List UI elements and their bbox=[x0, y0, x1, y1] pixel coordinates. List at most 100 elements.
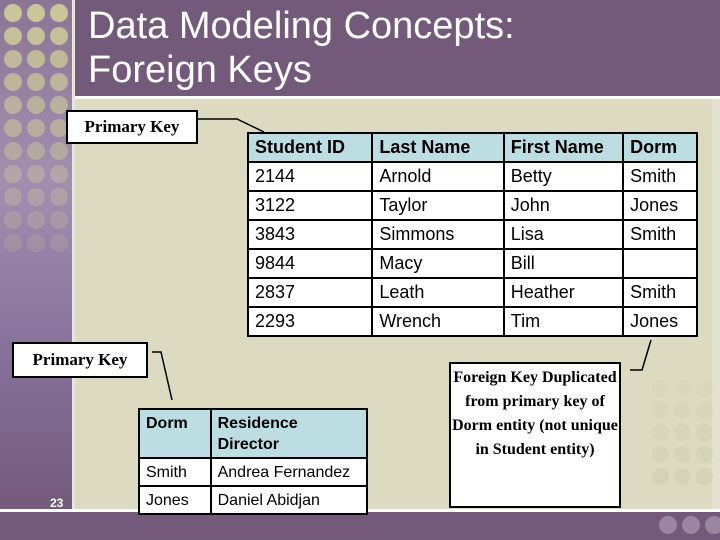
cell-dorm: Smith bbox=[622, 161, 698, 192]
cell-last-name: Taylor bbox=[371, 190, 505, 221]
dorm-table-header-row: Dorm Residence Director bbox=[138, 408, 369, 459]
decorative-dot bbox=[50, 142, 68, 160]
left-decorative-column bbox=[0, 0, 72, 512]
cell-residence-director: Daniel Abidjan bbox=[209, 485, 369, 515]
decorative-dot bbox=[27, 4, 45, 22]
cell-student-id: 2837 bbox=[246, 277, 374, 308]
footer-dot bbox=[659, 516, 677, 534]
cell-last-name: Leath bbox=[371, 277, 505, 308]
decorative-dot bbox=[50, 234, 68, 252]
table-row: 2144 Arnold Betty Smith bbox=[246, 161, 698, 192]
right-edge-strip bbox=[712, 99, 720, 509]
cell-residence-director: Andrea Fernandez bbox=[209, 457, 369, 487]
decorative-dot bbox=[4, 73, 22, 91]
slide-title: Data Modeling Concepts: Foreign Keys bbox=[88, 5, 515, 91]
table-row: 2293 Wrench Tim Jones bbox=[246, 306, 698, 337]
decorative-dot bbox=[696, 402, 713, 419]
table-row: Jones Daniel Abidjan bbox=[138, 485, 369, 515]
decorative-dot bbox=[4, 188, 22, 206]
cell-first-name: Lisa bbox=[502, 219, 625, 250]
cell-last-name: Wrench bbox=[371, 306, 505, 337]
cell-last-name: Macy bbox=[371, 248, 505, 279]
decorative-dot bbox=[27, 27, 45, 45]
column-header-dorm: Dorm bbox=[622, 132, 698, 163]
decorative-dot bbox=[4, 27, 22, 45]
cell-student-id: 2293 bbox=[246, 306, 374, 337]
decorative-dot bbox=[652, 380, 669, 397]
student-table-header-row: Student ID Last Name First Name Dorm bbox=[246, 132, 698, 163]
decorative-dot bbox=[652, 402, 669, 419]
dorm-table: Dorm Residence Director Smith Andrea Fer… bbox=[138, 408, 369, 515]
decorative-dot bbox=[4, 234, 22, 252]
decorative-dot bbox=[50, 211, 68, 229]
cell-last-name: Arnold bbox=[371, 161, 505, 192]
footer-dot bbox=[682, 516, 700, 534]
cell-dorm bbox=[622, 248, 698, 279]
cell-first-name: Tim bbox=[502, 306, 625, 337]
cell-first-name: Betty bbox=[502, 161, 625, 192]
decorative-dot bbox=[4, 211, 22, 229]
decorative-dot bbox=[696, 446, 713, 463]
cell-first-name: Heather bbox=[502, 277, 625, 308]
decorative-dot bbox=[27, 50, 45, 68]
decorative-dot bbox=[4, 142, 22, 160]
cell-student-id: 3122 bbox=[246, 190, 374, 221]
faded-decorative-dots bbox=[652, 380, 713, 508]
cell-student-id: 2144 bbox=[246, 161, 374, 192]
decorative-dot bbox=[27, 211, 45, 229]
column-header-first-name: First Name bbox=[502, 132, 625, 163]
cell-first-name: John bbox=[502, 190, 625, 221]
column-header-dorm: Dorm bbox=[138, 408, 212, 459]
cell-dorm: Smith bbox=[622, 219, 698, 250]
decorative-dot bbox=[696, 380, 713, 397]
cell-first-name: Bill bbox=[502, 248, 625, 279]
decorative-dot bbox=[652, 424, 669, 441]
decorative-dot bbox=[27, 234, 45, 252]
decorative-dot bbox=[652, 446, 669, 463]
primary-key-callout-student: Primary Key bbox=[66, 110, 198, 144]
cell-dorm: Jones bbox=[622, 306, 698, 337]
decorative-dot bbox=[4, 96, 22, 114]
footer-dot bbox=[705, 516, 720, 534]
cell-dorm: Jones bbox=[138, 485, 212, 515]
column-header-residence-director: Residence Director bbox=[209, 408, 369, 459]
column-header-last-name: Last Name bbox=[371, 132, 505, 163]
table-row: Smith Andrea Fernandez bbox=[138, 457, 369, 487]
cell-student-id: 9844 bbox=[246, 248, 374, 279]
cell-dorm: Smith bbox=[622, 277, 698, 308]
decorative-dot bbox=[4, 165, 22, 183]
decorative-dot bbox=[27, 188, 45, 206]
decorative-dot bbox=[50, 73, 68, 91]
decorative-dot bbox=[50, 188, 68, 206]
cell-dorm: Smith bbox=[138, 457, 212, 487]
table-row: 9844 Macy Bill bbox=[246, 248, 698, 279]
foreign-key-callout: Foreign Key Duplicated from primary key … bbox=[449, 362, 621, 508]
slide-footer-bar bbox=[0, 512, 720, 540]
cell-student-id: 3843 bbox=[246, 219, 374, 250]
decorative-dot bbox=[27, 96, 45, 114]
table-row: 3843 Simmons Lisa Smith bbox=[246, 219, 698, 250]
decorative-dot bbox=[696, 424, 713, 441]
decorative-dot bbox=[50, 50, 68, 68]
decorative-dot bbox=[652, 468, 669, 485]
student-table: Student ID Last Name First Name Dorm 214… bbox=[246, 132, 698, 337]
decorative-dot bbox=[4, 50, 22, 68]
cell-dorm: Jones bbox=[622, 190, 698, 221]
decorative-dot bbox=[4, 119, 22, 137]
table-row: 3122 Taylor John Jones bbox=[246, 190, 698, 221]
decorative-dot bbox=[674, 424, 691, 441]
decorative-dot bbox=[27, 73, 45, 91]
decorative-dot bbox=[50, 4, 68, 22]
slide-number: 23 bbox=[50, 496, 64, 510]
decorative-dot bbox=[27, 119, 45, 137]
decorative-dot bbox=[674, 446, 691, 463]
decorative-dot bbox=[27, 142, 45, 160]
column-header-student-id: Student ID bbox=[246, 132, 374, 163]
decorative-dot bbox=[696, 468, 713, 485]
decorative-dot bbox=[674, 380, 691, 397]
table-row: 2837 Leath Heather Smith bbox=[246, 277, 698, 308]
decorative-dot bbox=[27, 165, 45, 183]
primary-key-callout-dorm: Primary Key bbox=[12, 342, 148, 378]
decorative-dot bbox=[50, 165, 68, 183]
decorative-dot bbox=[674, 402, 691, 419]
